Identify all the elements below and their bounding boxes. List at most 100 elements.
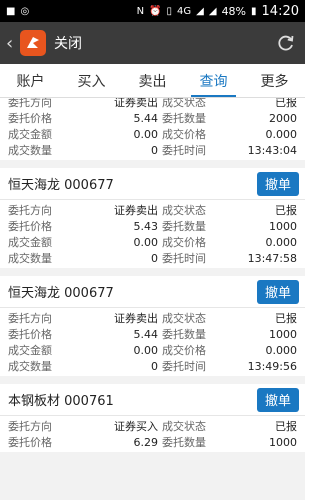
qty-label: 成交数量: [8, 252, 52, 265]
status-label: 成交状态: [162, 204, 206, 217]
order-header: 恒天海龙 000677 撤单: [0, 168, 305, 200]
amount-label: 成交金额: [8, 128, 52, 141]
direction-value: 证券买入: [114, 420, 158, 433]
order-card: 委托方向 证券卖出 成交状态 已报 委托价格 5.44 委托数量 2000 成交…: [0, 98, 305, 160]
app-logo: [20, 30, 46, 56]
price-label: 委托价格: [8, 112, 52, 125]
tab-account[interactable]: 账户: [0, 64, 61, 97]
order-row: 委托方向 证券卖出 成交状态 已报: [8, 202, 297, 218]
status-value: 已报: [275, 312, 297, 325]
price-value: 5.44: [133, 111, 159, 125]
title-bar: ‹ 关闭: [0, 22, 305, 64]
order-row: 成交数量 0 委托时间 13:47:58: [8, 250, 297, 266]
signal-icon-2: ◢: [208, 5, 217, 17]
order-row: 委托价格 5.43 委托数量 1000: [8, 218, 297, 234]
qty-value: 0: [151, 143, 158, 157]
status-value: 已报: [275, 204, 297, 217]
nav-tabs: 账户 买入 卖出 查询 更多: [0, 64, 305, 98]
alarm-icon: ⏰: [149, 5, 162, 17]
direction-label: 委托方向: [8, 420, 52, 433]
direction-value: 证券卖出: [114, 204, 158, 217]
price-label: 委托价格: [8, 328, 52, 341]
order-qty-label: 委托数量: [162, 112, 206, 125]
order-card: 恒天海龙 000677 撤单 委托方向 证券卖出 成交状态 已报 委托价格 5.…: [0, 276, 305, 376]
cancel-order-button[interactable]: 撤单: [257, 171, 299, 196]
stock-name: 恒天海龙 000677: [8, 286, 114, 301]
amount-value: 0.00: [133, 235, 159, 249]
deal-price-label: 成交价格: [162, 236, 206, 249]
tab-more[interactable]: 更多: [244, 64, 305, 97]
order-qty-value: 1000: [269, 219, 297, 233]
order-row: 委托方向 证券卖出 成交状态 已报: [8, 310, 297, 326]
direction-value: 证券卖出: [114, 312, 158, 325]
order-row: 委托方向 证券买入 成交状态 已报: [8, 418, 297, 434]
order-row: 委托价格 5.44 委托数量 2000: [8, 110, 297, 126]
direction-label: 委托方向: [8, 312, 52, 325]
order-list[interactable]: 委托方向 证券卖出 成交状态 已报 委托价格 5.44 委托数量 2000 成交…: [0, 98, 305, 500]
order-header: 恒天海龙 000677 撤单: [0, 276, 305, 308]
order-row: 成交金额 0.00 成交价格 0.000: [8, 126, 297, 142]
order-qty-value: 1000: [269, 435, 297, 449]
qty-value: 0: [151, 251, 158, 265]
order-row: 委托价格 5.44 委托数量 1000: [8, 326, 297, 342]
order-time-value: 13:43:04: [247, 143, 297, 157]
status-label: 成交状态: [162, 98, 206, 109]
order-row: 成交金额 0.00 成交价格 0.000: [8, 234, 297, 250]
order-time-label: 委托时间: [162, 252, 206, 265]
signal-icon: ◢: [196, 5, 204, 17]
direction-label: 委托方向: [8, 98, 52, 109]
order-row: 委托价格 6.29 委托数量 1000: [8, 434, 297, 450]
cancel-order-button[interactable]: 撤单: [257, 279, 299, 304]
vibrate-icon: ▯: [166, 5, 173, 17]
order-time-label: 委托时间: [162, 144, 206, 157]
back-chevron-icon[interactable]: ‹: [6, 33, 18, 54]
tab-buy[interactable]: 买入: [61, 64, 122, 97]
close-label[interactable]: 关闭: [54, 33, 273, 53]
price-label: 委托价格: [8, 436, 52, 449]
mute-icon: N: [136, 5, 145, 17]
order-qty-value: 2000: [269, 111, 297, 125]
order-time-value: 13:47:58: [247, 251, 297, 265]
order-card: 恒天海龙 000677 撤单 委托方向 证券卖出 成交状态 已报 委托价格 5.…: [0, 168, 305, 268]
wechat-icon: ◎: [20, 5, 30, 17]
deal-price-value: 0.000: [265, 127, 298, 141]
deal-price-value: 0.000: [265, 235, 298, 249]
battery-percent: 48%: [221, 4, 247, 18]
order-row: 成交数量 0 委托时间 13:49:56: [8, 358, 297, 374]
order-row: 成交金额 0.00 成交价格 0.000: [8, 342, 297, 358]
tab-query[interactable]: 查询: [183, 64, 244, 97]
deal-price-label: 成交价格: [162, 344, 206, 357]
order-time-label: 委托时间: [162, 360, 206, 373]
order-row: 成交数量 0 委托时间 13:43:04: [8, 142, 297, 158]
price-label: 委托价格: [8, 220, 52, 233]
stock-name: 恒天海龙 000677: [8, 178, 114, 193]
amount-label: 成交金额: [8, 236, 52, 249]
tab-sell[interactable]: 卖出: [122, 64, 183, 97]
qty-value: 0: [151, 359, 158, 373]
deal-price-label: 成交价格: [162, 128, 206, 141]
order-header: 本钢板材 000761 撤单: [0, 384, 305, 416]
amount-value: 0.00: [133, 127, 159, 141]
direction-value: 证券卖出: [114, 98, 158, 109]
refresh-icon[interactable]: [273, 30, 299, 56]
qty-label: 成交数量: [8, 360, 52, 373]
clock: 14:20: [261, 3, 299, 19]
direction-label: 委托方向: [8, 204, 52, 217]
stock-name: 本钢板材 000761: [8, 394, 114, 409]
battery-icon: ▮: [251, 5, 257, 17]
status-value: 已报: [275, 98, 297, 109]
order-card: 本钢板材 000761 撤单 委托方向 证券买入 成交状态 已报 委托价格 6.…: [0, 384, 305, 452]
order-qty-label: 委托数量: [162, 220, 206, 233]
notification-icon: ■: [6, 5, 16, 17]
network-label: 4G: [177, 5, 192, 17]
price-value: 6.29: [133, 435, 159, 449]
order-time-value: 13:49:56: [247, 359, 297, 373]
cancel-order-button[interactable]: 撤单: [257, 387, 299, 412]
status-value: 已报: [275, 420, 297, 433]
status-bar: ■ ◎ N ⏰ ▯ 4G ◢ ◢ 48% ▮ 14:20: [0, 0, 305, 22]
deal-price-value: 0.000: [265, 343, 298, 357]
amount-label: 成交金额: [8, 344, 52, 357]
order-qty-label: 委托数量: [162, 328, 206, 341]
price-value: 5.44: [133, 327, 159, 341]
status-label: 成交状态: [162, 312, 206, 325]
